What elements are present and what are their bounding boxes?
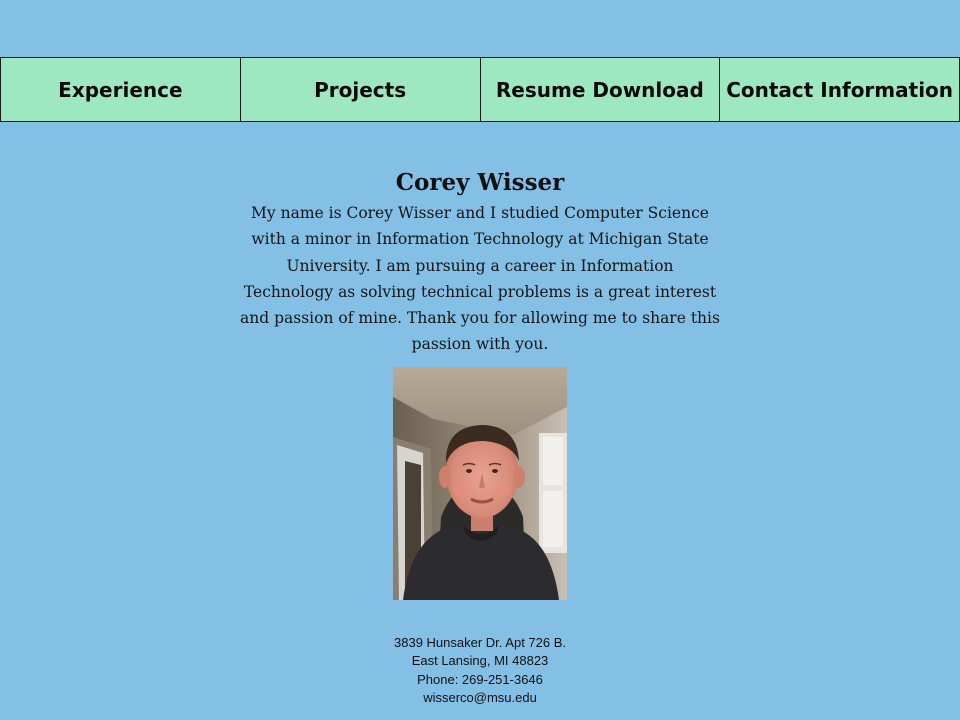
email-address: wisserco@msu.edu	[423, 689, 537, 705]
profile-name: Corey Wisser	[395, 169, 565, 196]
about-section: Corey Wisser My name is Corey Wisser and…	[230, 166, 730, 358]
contact-address-block: 3839 Hunsaker Dr. Apt 726 B. East Lansin…	[330, 634, 630, 707]
nav-experience-link[interactable]: Experience	[0, 57, 241, 122]
profile-photo	[393, 367, 567, 600]
phone-number: Phone: 269-251-3646	[417, 671, 543, 687]
profile-bio: My name is Corey Wisser and I studied Co…	[240, 204, 720, 354]
nav-contact-information-link[interactable]: Contact Information	[720, 57, 960, 122]
address-line-city: East Lansing, MI 48823	[411, 653, 549, 669]
main-navigation: Experience Projects Resume Download Cont…	[0, 57, 960, 122]
address-line-street: 3839 Hunsaker Dr. Apt 726 B.	[394, 635, 566, 650]
nav-projects-link[interactable]: Projects	[240, 57, 481, 122]
nav-resume-download-link[interactable]: Resume Download	[480, 57, 721, 122]
